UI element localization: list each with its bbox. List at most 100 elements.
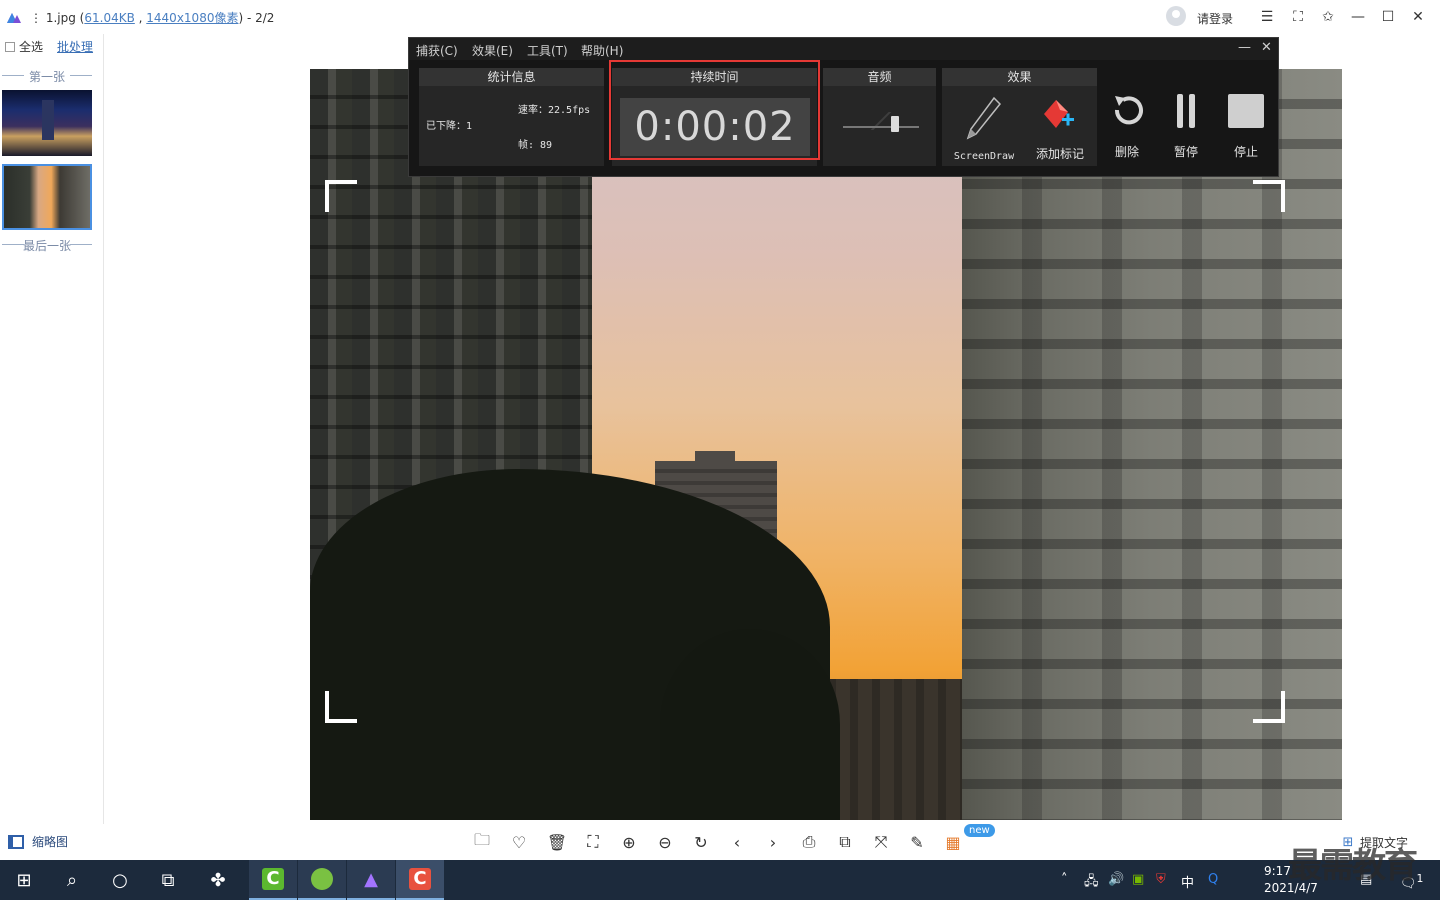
bottom-toolbar: 缩略图 🗀 ♡ 🗑 ⛶ ⊕ ⊖ ↻ ‹ › ⎙ ⧉ ⤧ ✎ ▦ new ⊞ 提取… [0, 824, 1440, 860]
audio-title: 音频 [823, 68, 936, 86]
add-marker-label: 添加标记 [1035, 147, 1084, 161]
screendraw-label: ScreenDraw [953, 151, 1015, 162]
watermark-logo: 最需教育 [1288, 846, 1418, 886]
thumbnail-sidebar: 全选 批处理 第一张 最后一张 [0, 34, 104, 824]
recorder-minimize-icon[interactable]: — [1238, 40, 1251, 55]
stop-icon [1228, 94, 1264, 128]
apps-icon[interactable]: ▦ [943, 832, 963, 852]
stop-button[interactable]: 停止 [1221, 90, 1271, 160]
pause-icon [1177, 94, 1195, 128]
title-bar: ⋮ 1.jpg (61.04KB , 1440x1080像素) - 2/2 请登… [0, 0, 1440, 34]
frame-count: 帧: 89 [518, 140, 553, 151]
thumbnail-toggle[interactable]: 缩略图 [8, 833, 68, 850]
app-photo-viewer-icon[interactable]: ▲ [347, 860, 395, 900]
screen-recorder-panel: 捕获(C) 效果(E) 工具(T) 帮助(H) — ✕ 统计信息 已下降：1 速… [408, 37, 1279, 177]
task-view-icon[interactable]: ⧉ [144, 860, 192, 900]
dimensions-link[interactable]: 1440x1080像素 [146, 11, 238, 25]
volume-icon[interactable]: 🔊 [1108, 872, 1124, 887]
last-image-label: 最后一张 [2, 237, 92, 254]
menu-help[interactable]: 帮助(H) [581, 42, 623, 59]
app-pinwheel-icon[interactable]: ✤ [194, 860, 242, 900]
pin-icon[interactable]: ✩ [1317, 6, 1339, 28]
select-all-checkbox[interactable]: 全选 [5, 38, 43, 55]
pause-button[interactable]: 暂停 [1161, 90, 1211, 160]
app-melon-icon[interactable] [298, 860, 346, 900]
zoom-in-icon[interactable]: ⊕ [619, 832, 639, 852]
start-icon[interactable]: ⊞ [0, 860, 48, 900]
app-logo-icon [7, 13, 21, 23]
stats-title: 统计信息 [419, 68, 604, 86]
undo-icon [1114, 96, 1143, 125]
volume-slider-track[interactable] [843, 126, 919, 128]
photo-image [310, 69, 1342, 820]
cortana-icon[interactable]: ○ [96, 860, 144, 900]
previous-icon[interactable]: ‹ [727, 832, 747, 852]
marker-icon [1044, 100, 1074, 128]
app-camtasia-green-icon[interactable]: C [249, 860, 297, 900]
thumbnail-2-selected[interactable] [2, 164, 92, 230]
print-icon[interactable]: ⎙ [799, 832, 819, 852]
pause-label: 暂停 [1173, 145, 1198, 159]
menu-tools[interactable]: 工具(T) [527, 42, 568, 59]
delete-button[interactable]: 删除 [1102, 90, 1152, 160]
network-icon[interactable]: 🖧 [1084, 872, 1099, 894]
delete-icon[interactable]: 🗑 [547, 832, 567, 852]
crop-icon[interactable]: ⛶ [583, 832, 603, 852]
close-icon[interactable]: ✕ [1407, 6, 1429, 28]
capture-corner-bottom-left[interactable] [325, 691, 357, 723]
window-title: ⋮ 1.jpg (61.04KB , 1440x1080像素) - 2/2 [30, 11, 275, 25]
fullscreen-icon[interactable]: ⛶ [1287, 6, 1309, 28]
edit-icon[interactable]: ✎ [907, 832, 927, 852]
dropped-frames: 已下降：1 [426, 121, 473, 132]
search-icon[interactable]: ⌕ [48, 860, 96, 900]
zoom-out-icon[interactable]: ⊖ [655, 832, 675, 852]
checkbox-icon[interactable] [5, 41, 15, 52]
next-icon[interactable]: › [763, 832, 783, 852]
nvidia-icon[interactable]: ▣ [1132, 872, 1144, 887]
pen-icon [966, 96, 1002, 140]
effects-title: 效果 [942, 68, 1097, 86]
thumbnail-icon [8, 834, 24, 849]
security-icon[interactable]: ⛨ [1156, 872, 1166, 887]
page-counter: - 2/2 [246, 11, 275, 25]
rotate-icon[interactable]: ↻ [691, 832, 711, 852]
menu-capture[interactable]: 捕获(C) [416, 42, 458, 59]
fit-screen-icon[interactable]: ⤧ [871, 832, 891, 852]
menu-icon[interactable]: ☰ [1256, 6, 1278, 28]
ime-indicator[interactable]: 中 [1181, 872, 1194, 891]
minimize-icon[interactable]: — [1347, 6, 1369, 28]
trees-shape [660, 629, 840, 820]
building-shape [962, 69, 1342, 820]
compare-icon[interactable]: ⧉ [835, 832, 855, 852]
batch-process-link[interactable]: 批处理 [57, 38, 93, 55]
favorite-icon[interactable]: ♡ [509, 832, 529, 852]
frame-rate: 速率：22.5fps [518, 105, 591, 116]
screendraw-button[interactable]: ScreenDraw [948, 92, 1020, 164]
maximize-icon[interactable]: ☐ [1377, 6, 1399, 28]
stats-panel: 统计信息 已下降：1 速率：22.5fps 帧: 89 [419, 68, 604, 166]
add-marker-button[interactable]: 添加标记 [1024, 92, 1096, 164]
capture-corner-bottom-right[interactable] [1253, 691, 1285, 723]
audio-panel: 音频 [823, 68, 936, 166]
recorder-close-icon[interactable]: ✕ [1261, 40, 1272, 55]
recorder-menu-bar: 捕获(C) 效果(E) 工具(T) 帮助(H) — ✕ [409, 38, 1278, 60]
app-recorder-icon[interactable]: C [396, 860, 444, 900]
first-image-label: 第一张 [2, 68, 92, 85]
qq-icon[interactable]: Q [1208, 872, 1218, 887]
user-avatar-icon[interactable] [1166, 6, 1186, 26]
delete-label: 删除 [1114, 145, 1139, 159]
tray-expand-icon[interactable]: ˄ [1061, 872, 1068, 887]
thumbnail-1[interactable] [2, 90, 92, 156]
new-badge: new [964, 824, 995, 837]
select-all-label: 全选 [19, 40, 44, 54]
volume-slider-thumb[interactable] [890, 116, 899, 132]
file-size-link[interactable]: 61.04KB [84, 11, 134, 25]
stop-label: 停止 [1233, 145, 1258, 159]
notification-count: 1 [1416, 872, 1424, 885]
login-link[interactable]: 请登录 [1197, 10, 1233, 27]
capture-corner-top-right[interactable] [1253, 180, 1285, 212]
capture-corner-top-left[interactable] [325, 180, 357, 212]
open-folder-icon[interactable]: 🗀 [472, 830, 492, 852]
duration-highlight-box [609, 60, 820, 160]
menu-effects[interactable]: 效果(E) [472, 42, 513, 59]
